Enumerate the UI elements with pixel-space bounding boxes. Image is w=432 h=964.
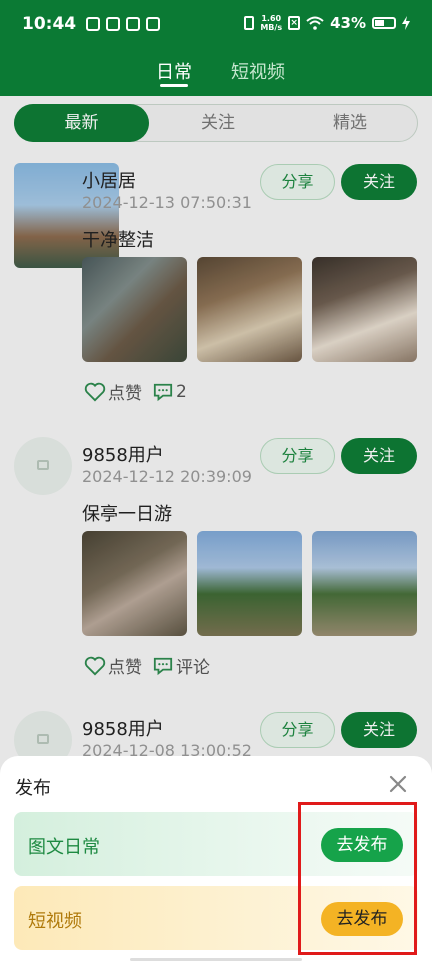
tab-daily[interactable]: 日常 [156,58,192,84]
vibrate-icon [244,16,255,30]
wifi-icon [306,16,324,30]
status-bar: 10:44 1.60 MB/s × 43% [0,0,432,48]
sim-off-icon: × [288,16,301,30]
option-label: 短视频 [28,911,82,932]
battery-percent: 43% [330,14,366,32]
close-icon[interactable] [386,772,410,796]
home-indicator [130,958,302,961]
status-time: 10:44 [22,14,77,34]
highlight-box [298,802,417,955]
app-notification-icon [86,17,100,31]
charging-icon [402,16,410,30]
app-header: 10:44 1.60 MB/s × 43% 日常 短视频 [0,0,432,96]
tab-short-video[interactable]: 短视频 [231,58,285,84]
app-notification-icon [126,17,140,31]
option-label: 图文日常 [28,837,100,858]
status-right: 1.60 MB/s × 43% [244,14,410,32]
net-speed: 1.60 MB/s [260,14,283,32]
app-notification-icon [146,17,160,31]
app-notification-icon [106,17,120,31]
sheet-title: 发布 [15,778,51,799]
notification-icons [86,17,160,31]
active-tab-indicator [160,84,188,87]
battery-icon [372,17,396,29]
top-tabs: 日常 短视频 [0,54,432,94]
